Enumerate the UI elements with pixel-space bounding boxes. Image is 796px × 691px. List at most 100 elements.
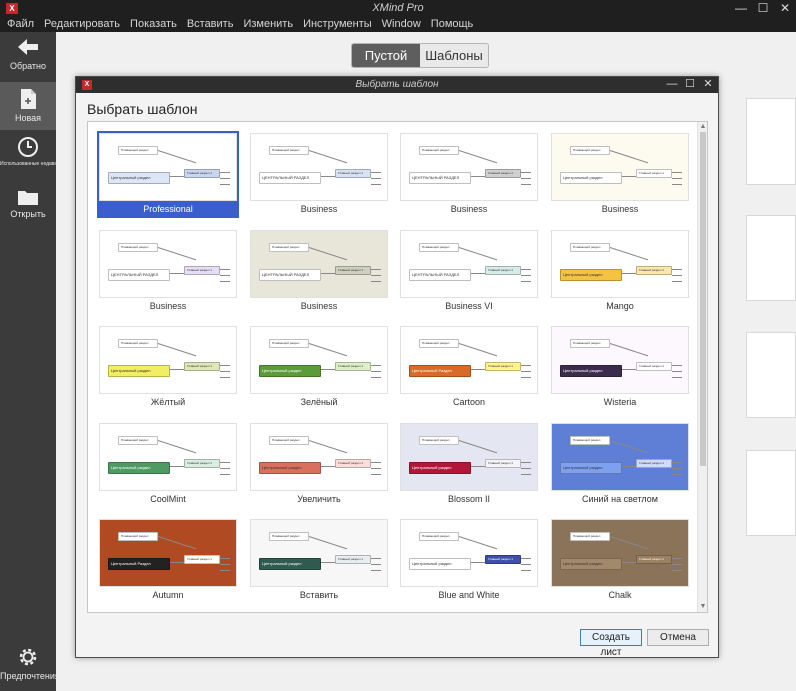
connector-line [521,558,531,559]
dialog-close-icon[interactable]: ✕ [698,77,718,93]
connector-line [521,564,531,565]
connector-line [220,371,230,372]
menu-view[interactable]: Показать [125,17,182,31]
floating-topic: Плавающий раздел [570,532,610,541]
connector-line [220,468,230,469]
template-tile[interactable]: Плавающий раздел ЦЕНТРАЛЬНЫЙ РАЗДЕЛ Главны… [248,228,390,315]
template-label: Синий на светлом [582,494,658,504]
template-label: Chalk [608,590,632,600]
main-topic: Главный раздел 1 [636,266,672,275]
blank-mode-button[interactable]: Пустой [352,44,420,67]
main-topic: Главный раздел 1 [184,362,220,371]
menu-modify[interactable]: Изменить [238,17,298,31]
connector-line [371,558,381,559]
template-tile[interactable]: Плавающий раздел ЦЕНТРАЛЬНЫЙ РАЗДЕЛ Главны… [97,228,239,315]
template-tile[interactable]: Плавающий раздел Центральный раздел Главны… [398,517,540,604]
main-topic: Главный раздел 1 [636,459,672,468]
template-label: Blue and White [438,590,500,600]
template-tile[interactable]: Плавающий раздел Центральный раздел Главны… [549,131,691,218]
cancel-button[interactable]: Отмена [647,629,709,646]
central-topic: Центральный раздел [560,269,622,281]
maximize-icon[interactable]: ☐ [752,0,774,17]
menu-help[interactable]: Помощь [426,17,479,31]
main-topic: Главный раздел 1 [184,266,220,275]
menu-file[interactable]: Файл [0,17,39,31]
central-topic: ЦЕНТРАЛЬНЫЙ РАЗДЕЛ [409,172,471,184]
template-tile[interactable]: Плавающий раздел Центральный раздел Главны… [97,324,239,411]
dialog-minimize-icon[interactable]: — [662,77,682,93]
template-tile[interactable]: Плавающий раздел Центральный раздел Главны… [549,517,691,604]
scroll-up-icon[interactable]: ▲ [698,122,707,132]
sidebar-item-open[interactable]: Открыть [0,188,56,228]
template-tile[interactable]: Плавающий раздел Центральный раздел Главны… [248,517,390,604]
sidebar-back-label: Обратно [9,61,47,71]
template-thumbnail: Плавающий раздел Центральный раздел Главны… [99,423,237,491]
floating-topic: Плавающий раздел [269,436,309,445]
template-tile[interactable]: Плавающий раздел Центральный раздел Главны… [549,228,691,315]
scroll-down-icon[interactable]: ▼ [698,602,707,612]
template-tile[interactable]: Плавающий раздел ЦЕНТРАЛЬНЫЙ РАЗДЕЛ Главны… [398,228,540,315]
connector-line [321,273,335,274]
menu-tools[interactable]: Инструменты [298,17,377,31]
template-label: CoolMint [150,494,186,504]
template-tile[interactable]: Плавающий раздел ЦЕНТРАЛЬНЫЙ РАЗДЕЛ Главны… [398,131,540,218]
sidebar-item-recent[interactable]: Использованные недавно [0,136,60,180]
connector-line [672,184,682,185]
vertical-scrollbar[interactable]: ▲ ▼ [697,122,707,612]
template-thumbnail: Плавающий раздел Центральный Раздел Главны… [400,326,538,394]
sidebar-item-preferences[interactable]: Предпочтения [0,646,60,686]
template-thumbnail: Плавающий раздел Центральный раздел Главны… [551,519,689,587]
main-topic: Главный раздел 1 [335,555,371,564]
connector-line [308,150,348,164]
connector-line [170,369,184,370]
connector-line [458,247,498,261]
connector-line [609,150,649,164]
floating-topic: Плавающий раздел [118,243,158,252]
connector-line [371,462,381,463]
connector-line [371,474,381,475]
templates-mode-button[interactable]: Шаблоны [420,44,488,67]
connector-line [458,343,498,357]
connector-line [371,570,381,571]
template-tile[interactable]: Плавающий раздел Центральный Раздел Главны… [97,517,239,604]
connector-line [308,536,348,550]
connector-line [371,281,381,282]
scrollbar-thumb[interactable] [700,132,706,466]
connector-line [672,371,682,372]
template-label: Blossom II [447,494,490,504]
connector-line [609,440,649,454]
connector-line [371,275,381,276]
template-label: Business [601,204,639,214]
template-tile[interactable]: Плавающий раздел Центральный раздел Главны… [248,324,390,411]
central-topic: ЦЕНТРАЛЬНЫЙ РАЗДЕЛ [259,172,321,184]
sidebar-item-back[interactable]: Обратно [0,36,56,82]
background-card [746,98,796,185]
connector-line [471,466,485,467]
connector-line [521,178,531,179]
floating-topic: Плавающий раздел [419,436,459,445]
dialog-maximize-icon[interactable]: ☐ [680,77,700,93]
template-tile[interactable]: Плавающий раздел Центральный раздел Главны… [97,131,239,218]
menu-edit[interactable]: Редактировать [39,17,125,31]
template-tile[interactable]: Плавающий раздел Центральный раздел Главны… [549,421,691,508]
sidebar-item-new[interactable]: Новая [0,82,56,130]
template-tile[interactable]: Плавающий раздел Центральный раздел Главны… [398,421,540,508]
create-sheet-button[interactable]: Создать лист [580,629,642,658]
connector-line [521,172,531,173]
template-tile[interactable]: Плавающий раздел Центральный раздел Главны… [97,421,239,508]
menu-window[interactable]: Window [377,17,426,31]
template-thumbnail: Плавающий раздел Центральный раздел Главны… [99,133,237,201]
connector-line [321,369,335,370]
connector-line [458,536,498,550]
minimize-icon[interactable]: — [730,0,752,17]
sidebar-preferences-label: Предпочтения [0,671,60,681]
connector-line [308,247,348,261]
main-topic: Главный раздел 1 [485,459,521,468]
template-tile[interactable]: Плавающий раздел ЦЕНТРАЛЬНЫЙ РАЗДЕЛ Главны… [248,131,390,218]
close-icon[interactable]: ✕ [774,0,796,17]
template-tile[interactable]: Плавающий раздел Центральный Раздел Главны… [398,324,540,411]
template-tile[interactable]: Плавающий раздел Центральный раздел Главны… [549,324,691,411]
menu-insert[interactable]: Вставить [182,17,239,31]
template-tile[interactable]: Плавающий раздел Центральный раздел Главны… [248,421,390,508]
title-bar: X XMind Pro — ☐ ✕ [0,0,796,17]
